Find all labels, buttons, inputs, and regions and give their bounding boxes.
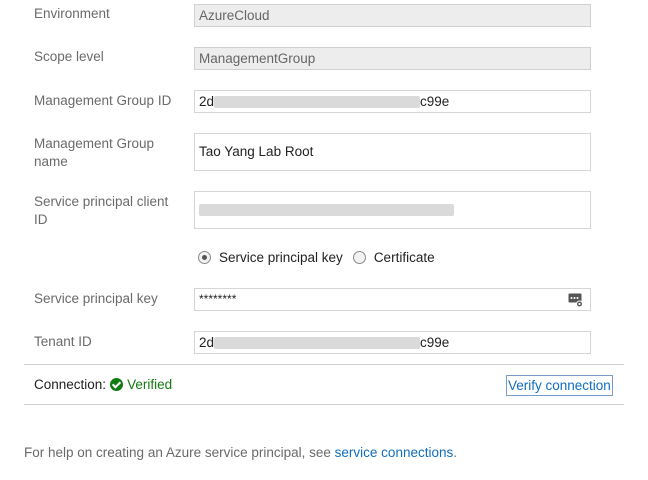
divider	[24, 364, 624, 365]
verify-connection-button[interactable]: Verify connection	[506, 375, 613, 396]
service-principal-key-field[interactable]: ********	[194, 288, 591, 311]
service-connection-form: Environment AzureCloud Scope level Manag…	[0, 0, 648, 480]
client-id-field[interactable]	[194, 191, 591, 229]
management-group-id-field[interactable]: 2d c99e	[194, 90, 591, 113]
connection-label: Connection:	[34, 377, 107, 392]
client-id-label: Service principal client ID	[34, 194, 169, 227]
redacted-block	[214, 337, 421, 350]
help-text-period: .	[453, 445, 457, 460]
connection-status-text: Verified	[127, 377, 173, 392]
tenant-id-prefix: 2d	[199, 335, 215, 350]
scope-level-label: Scope level	[34, 49, 104, 64]
service-principal-key-radio[interactable]	[198, 251, 211, 264]
management-group-id-suffix: c99e	[420, 94, 450, 109]
service-principal-key-option-label[interactable]: Service principal key	[219, 250, 343, 265]
service-principal-key-value: ********	[199, 292, 237, 306]
divider	[24, 404, 624, 405]
check-circle-icon	[110, 378, 124, 391]
management-group-name-field[interactable]: Tao Yang Lab Root	[194, 133, 591, 171]
scope-level-field: ManagementGroup	[194, 47, 591, 70]
help-text: For help on creating an Azure service pr…	[24, 445, 457, 460]
tenant-id-suffix: c99e	[420, 335, 450, 350]
service-connections-link[interactable]: service connections	[335, 445, 454, 460]
environment-label: Environment	[34, 6, 110, 21]
redacted-block	[199, 204, 454, 217]
connection-status: Connection: Verified	[34, 377, 172, 392]
tenant-id-field[interactable]: 2d c99e	[194, 331, 591, 354]
certificate-option-label[interactable]: Certificate	[374, 250, 435, 265]
management-group-id-prefix: 2d	[199, 94, 215, 109]
help-text-body: For help on creating an Azure service pr…	[24, 445, 335, 460]
password-key-icon[interactable]	[568, 292, 584, 308]
redacted-block	[214, 96, 421, 109]
auth-method-radio-group: Service principal key Certificate	[198, 250, 435, 265]
certificate-radio[interactable]	[352, 251, 366, 264]
service-principal-key-label: Service principal key	[34, 291, 158, 306]
tenant-id-label: Tenant ID	[34, 334, 92, 349]
radio-selected-dot	[202, 255, 207, 260]
management-group-name-label: Management Group name	[34, 136, 155, 169]
management-group-id-label: Management Group ID	[34, 93, 172, 108]
environment-field: AzureCloud	[194, 4, 591, 27]
